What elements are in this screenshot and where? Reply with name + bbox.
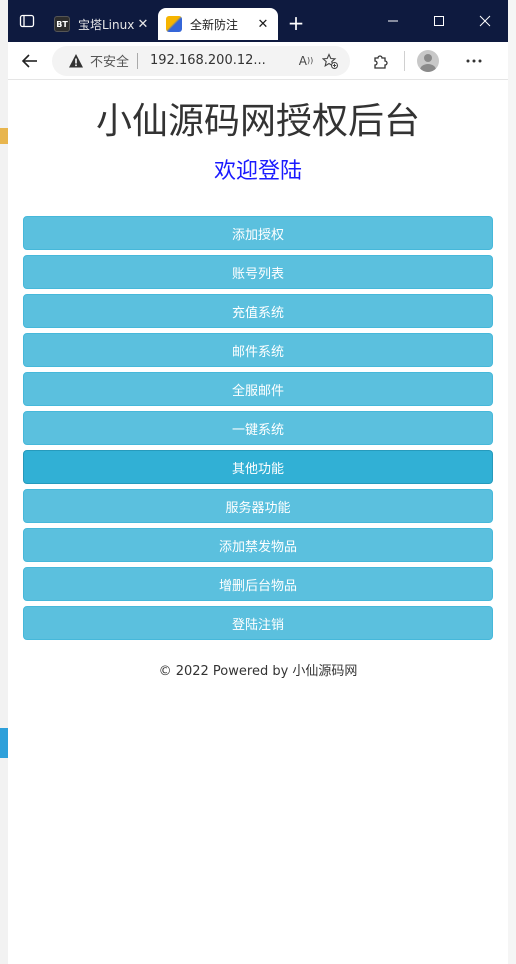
tab-title: 宝塔Linux — [78, 17, 135, 32]
site-favicon-icon — [166, 16, 182, 32]
new-tab-icon[interactable]: + — [278, 4, 314, 42]
desktop-fragment — [0, 728, 8, 758]
close-window-icon[interactable] — [462, 0, 508, 42]
server-functions-button[interactable]: 服务器功能 — [23, 489, 493, 523]
browser-toolbar: 不安全 192.168.200.12... A)) — [8, 42, 508, 80]
toolbar-divider — [404, 50, 405, 71]
read-aloud-icon[interactable]: A)) — [294, 54, 318, 68]
tab-actions-icon[interactable] — [8, 0, 46, 42]
close-tab-icon[interactable]: ✕ — [136, 17, 150, 32]
page-title: 小仙源码网授权后台 — [95, 101, 420, 142]
menu-button-list: 添加授权 账号列表 充值系统 邮件系统 全服邮件 一键系统 其他功能 服务器功能… — [23, 216, 493, 645]
address-separator — [137, 52, 139, 69]
bt-favicon-icon: BT — [54, 16, 70, 32]
url-text[interactable]: 192.168.200.12... — [150, 53, 294, 68]
tab-strip: BT 宝塔Linux ✕ 全新防注 ✕ + — [8, 0, 508, 42]
add-authorization-button[interactable]: 添加授权 — [23, 216, 493, 250]
extensions-icon[interactable] — [362, 52, 400, 70]
maximize-icon[interactable] — [416, 0, 462, 42]
avatar — [417, 49, 439, 72]
footer-copyright: © 2022 Powered by 小仙源码网 — [158, 664, 358, 679]
account-list-button[interactable]: 账号列表 — [23, 255, 493, 289]
address-bar[interactable]: 不安全 192.168.200.12... A)) — [52, 45, 350, 76]
desktop-background-left — [0, 0, 8, 964]
mail-system-button[interactable]: 邮件系统 — [23, 333, 493, 367]
desktop-fragment — [0, 128, 8, 144]
profile-avatar[interactable] — [409, 49, 447, 72]
tab-title: 全新防注 — [190, 17, 239, 32]
page-subtitle: 欢迎登陆 — [213, 159, 302, 184]
back-icon[interactable] — [8, 52, 52, 70]
close-tab-icon[interactable]: ✕ — [256, 17, 270, 32]
window-controls — [370, 0, 508, 42]
minimize-icon[interactable] — [370, 0, 416, 42]
more-menu-icon[interactable] — [455, 58, 493, 64]
security-label[interactable]: 不安全 — [90, 51, 129, 70]
add-banned-items-button[interactable]: 添加禁发物品 — [23, 528, 493, 562]
server-wide-mail-button[interactable]: 全服邮件 — [23, 372, 493, 406]
manage-backend-items-button[interactable]: 增删后台物品 — [23, 567, 493, 601]
recharge-system-button[interactable]: 充值系统 — [23, 294, 493, 328]
logout-button[interactable]: 登陆注销 — [23, 606, 493, 640]
tab-baota[interactable]: BT 宝塔Linux ✕ — [46, 8, 158, 40]
favorite-add-icon[interactable] — [318, 52, 342, 69]
tab-current[interactable]: 全新防注 ✕ — [158, 8, 278, 40]
page-content: 小仙源码网授权后台 欢迎登陆 添加授权 账号列表 充值系统 邮件系统 全服邮件 … — [8, 80, 508, 958]
one-click-system-button[interactable]: 一键系统 — [23, 411, 493, 445]
other-functions-button[interactable]: 其他功能 — [23, 450, 493, 484]
browser-window: BT 宝塔Linux ✕ 全新防注 ✕ + 不安全 192.168.200.12… — [8, 0, 508, 958]
warning-icon — [69, 53, 83, 67]
desktop-background-right — [508, 0, 516, 964]
